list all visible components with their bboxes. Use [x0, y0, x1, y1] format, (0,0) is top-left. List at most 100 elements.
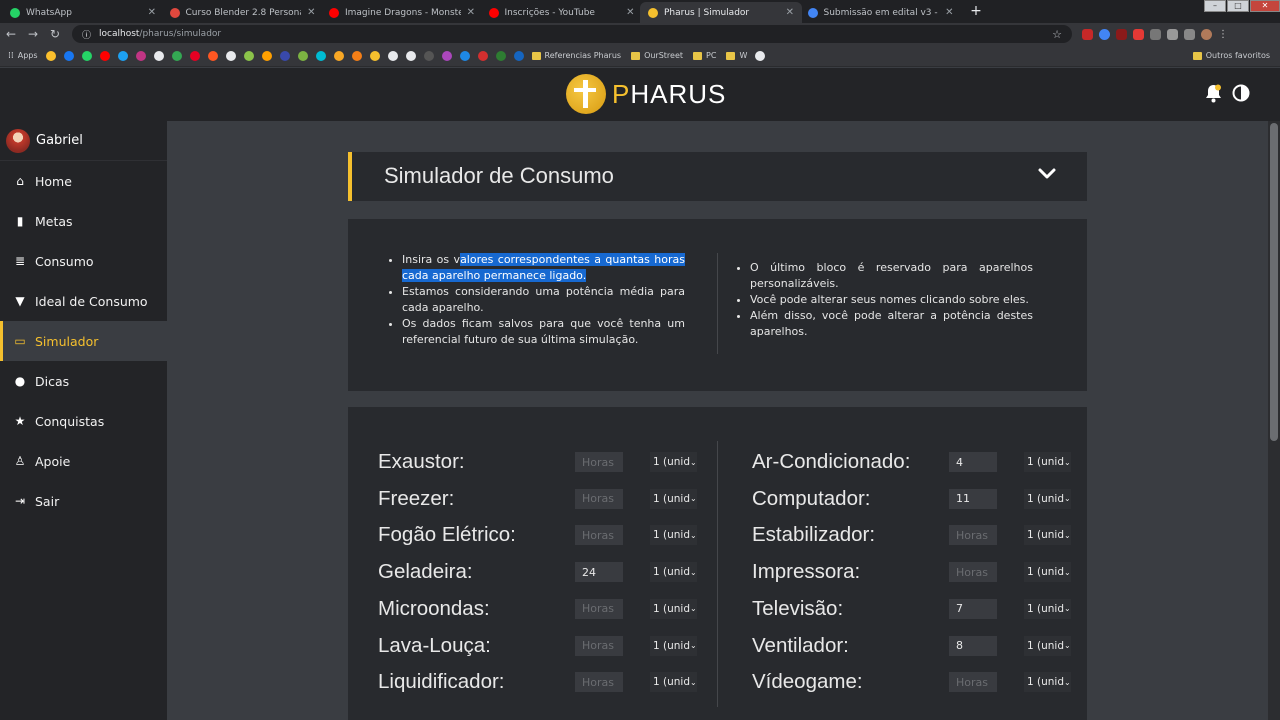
bookmark-icon[interactable] — [495, 50, 506, 61]
unit-select[interactable]: 1 (unid ⌄ — [650, 562, 697, 583]
unit-select[interactable]: 1 (unid ⌄ — [650, 452, 697, 472]
close-tab-icon[interactable]: ✕ — [945, 7, 953, 18]
page-scrollbar[interactable] — [1268, 121, 1280, 720]
bookmark-icon[interactable] — [225, 50, 236, 61]
device-name[interactable]: Impressora: — [752, 560, 949, 584]
other-bookmarks[interactable]: Outros favoritos — [1192, 51, 1270, 60]
device-name[interactable]: Exaustor: — [378, 450, 575, 474]
bookmark-icon[interactable] — [261, 50, 272, 61]
unit-select[interactable]: 1 (unid ⌄ — [650, 525, 697, 546]
bookmark-icon[interactable] — [755, 50, 766, 61]
contrast-icon[interactable] — [1232, 84, 1250, 102]
unit-select[interactable]: 1 (unid ⌄ — [650, 672, 697, 693]
chevron-down-icon[interactable] — [1037, 164, 1057, 184]
bookmark-folder[interactable]: OurStreet — [631, 51, 683, 60]
sidebar-item-apoie[interactable]: ♙ Apoie — [0, 441, 167, 481]
instagram-icon[interactable] — [135, 50, 146, 61]
sidebar-item-ideal-de-consumo[interactable]: ▼ Ideal de Consumo — [0, 281, 167, 321]
bookmark-icon[interactable] — [315, 50, 326, 61]
browser-tab[interactable]: WhatsApp ✕ — [2, 2, 164, 23]
apps-bookmark[interactable]: ⁞⁞ Apps — [8, 51, 38, 61]
unit-select[interactable]: 1 (unid ⌄ — [1024, 598, 1071, 619]
unit-select[interactable]: 1 (unid ⌄ — [650, 635, 697, 656]
new-tab-button[interactable]: + — [968, 4, 984, 20]
back-icon[interactable]: ← — [0, 27, 22, 41]
browser-tab[interactable]: Submissão em edital v3 - Docum ✕ — [800, 2, 962, 23]
facebook-icon[interactable] — [63, 50, 74, 61]
bookmark-icon[interactable] — [279, 50, 290, 61]
unit-select[interactable]: 1 (unid ⌄ — [1024, 488, 1071, 509]
close-tab-icon[interactable]: ✕ — [626, 7, 634, 18]
unit-select[interactable]: 1 (unid ⌄ — [650, 488, 697, 509]
hours-input[interactable] — [575, 488, 623, 509]
pharus-logo[interactable]: PHARUS — [566, 74, 726, 114]
youtube-icon[interactable] — [99, 50, 110, 61]
close-tab-icon[interactable]: ✕ — [148, 7, 156, 18]
bookmark-icon[interactable] — [45, 50, 56, 61]
twitter-icon[interactable] — [117, 50, 128, 61]
hours-input[interactable] — [949, 488, 997, 509]
unit-select[interactable]: 1 (unid ⌄ — [1024, 452, 1071, 472]
hours-input[interactable] — [575, 452, 623, 472]
device-name[interactable]: Televisão: — [752, 597, 949, 621]
browser-tab[interactable]: Curso Blender 2.8 Personagem 3 ✕ — [162, 2, 324, 23]
hours-input[interactable] — [575, 598, 623, 619]
menu-icon[interactable]: ⋮ — [1218, 29, 1228, 40]
bookmark-icon[interactable] — [333, 50, 344, 61]
pdf-icon[interactable] — [1116, 28, 1127, 40]
reading-list-icon[interactable] — [1184, 28, 1195, 40]
hours-input[interactable] — [949, 452, 997, 472]
hours-input[interactable] — [575, 672, 623, 693]
scrollbar-thumb[interactable] — [1270, 123, 1278, 441]
minimize-button[interactable]: – — [1204, 0, 1226, 12]
device-name[interactable]: Geladeira: — [378, 560, 575, 584]
bookmark-icon[interactable] — [405, 50, 416, 61]
sidebar-item-conquistas[interactable]: ★ Conquistas — [0, 401, 167, 441]
bookmark-icon[interactable] — [459, 50, 470, 61]
forward-icon[interactable]: → — [22, 27, 44, 41]
sidebar-item-dicas[interactable]: ● Dicas — [0, 361, 167, 401]
drive-icon[interactable] — [171, 50, 182, 61]
close-window-button[interactable]: ✕ — [1250, 0, 1280, 12]
device-name[interactable]: Vídeogame: — [752, 670, 949, 694]
bookmark-folder[interactable]: Referencias Pharus — [531, 51, 621, 60]
bookmark-icon[interactable] — [423, 50, 434, 61]
bookmark-icon[interactable] — [513, 50, 524, 61]
adblock-icon[interactable] — [1082, 28, 1093, 40]
hours-input[interactable] — [949, 562, 997, 583]
youtube-ext-icon[interactable] — [1133, 28, 1144, 40]
device-name[interactable]: Ventilador: — [752, 634, 949, 658]
device-name[interactable]: Lava-Louça: — [378, 634, 575, 658]
bookmark-icon[interactable] — [351, 50, 362, 61]
close-tab-icon[interactable]: ✕ — [307, 7, 315, 18]
unit-select[interactable]: 1 (unid ⌄ — [650, 598, 697, 619]
hours-input[interactable] — [575, 525, 623, 546]
pinterest-icon[interactable] — [189, 50, 200, 61]
sidebar-item-metas[interactable]: ▮ Metas — [0, 201, 167, 241]
hours-input[interactable] — [949, 598, 997, 619]
bell-icon[interactable] — [1205, 84, 1222, 103]
device-name[interactable]: Fogão Elétrico: — [378, 523, 575, 547]
browser-tab[interactable]: Imagine Dragons - Monster ✕ — [321, 2, 483, 23]
unit-select[interactable]: 1 (unid ⌄ — [1024, 635, 1071, 656]
whatsapp-icon[interactable] — [81, 50, 92, 61]
maximize-button[interactable]: □ — [1227, 0, 1249, 12]
info-icon[interactable]: ⓘ — [82, 28, 91, 41]
sidebar-item-sair[interactable]: ⇥ Sair — [0, 481, 167, 521]
unit-select[interactable]: 1 (unid ⌄ — [1024, 525, 1071, 546]
puzzle-icon[interactable] — [1167, 28, 1178, 40]
device-name[interactable]: Microondas: — [378, 597, 575, 621]
github-icon[interactable] — [387, 50, 398, 61]
bookmark-icon[interactable] — [207, 50, 218, 61]
translate-icon[interactable] — [1099, 28, 1110, 40]
device-name[interactable]: Liquidificador: — [378, 670, 575, 694]
user-profile[interactable]: Gabriel — [0, 121, 167, 161]
hours-input[interactable] — [575, 635, 623, 656]
bookmark-icon[interactable] — [243, 50, 254, 61]
device-name[interactable]: Freezer: — [378, 487, 575, 511]
bookmark-icon[interactable] — [297, 50, 308, 61]
unit-select[interactable]: 1 (unid ⌄ — [1024, 562, 1071, 583]
reload-icon[interactable]: ↻ — [44, 27, 66, 41]
bookmark-icon[interactable] — [369, 50, 380, 61]
address-bar[interactable]: ⓘ localhost/pharus/simulador ☆ — [72, 25, 1072, 43]
